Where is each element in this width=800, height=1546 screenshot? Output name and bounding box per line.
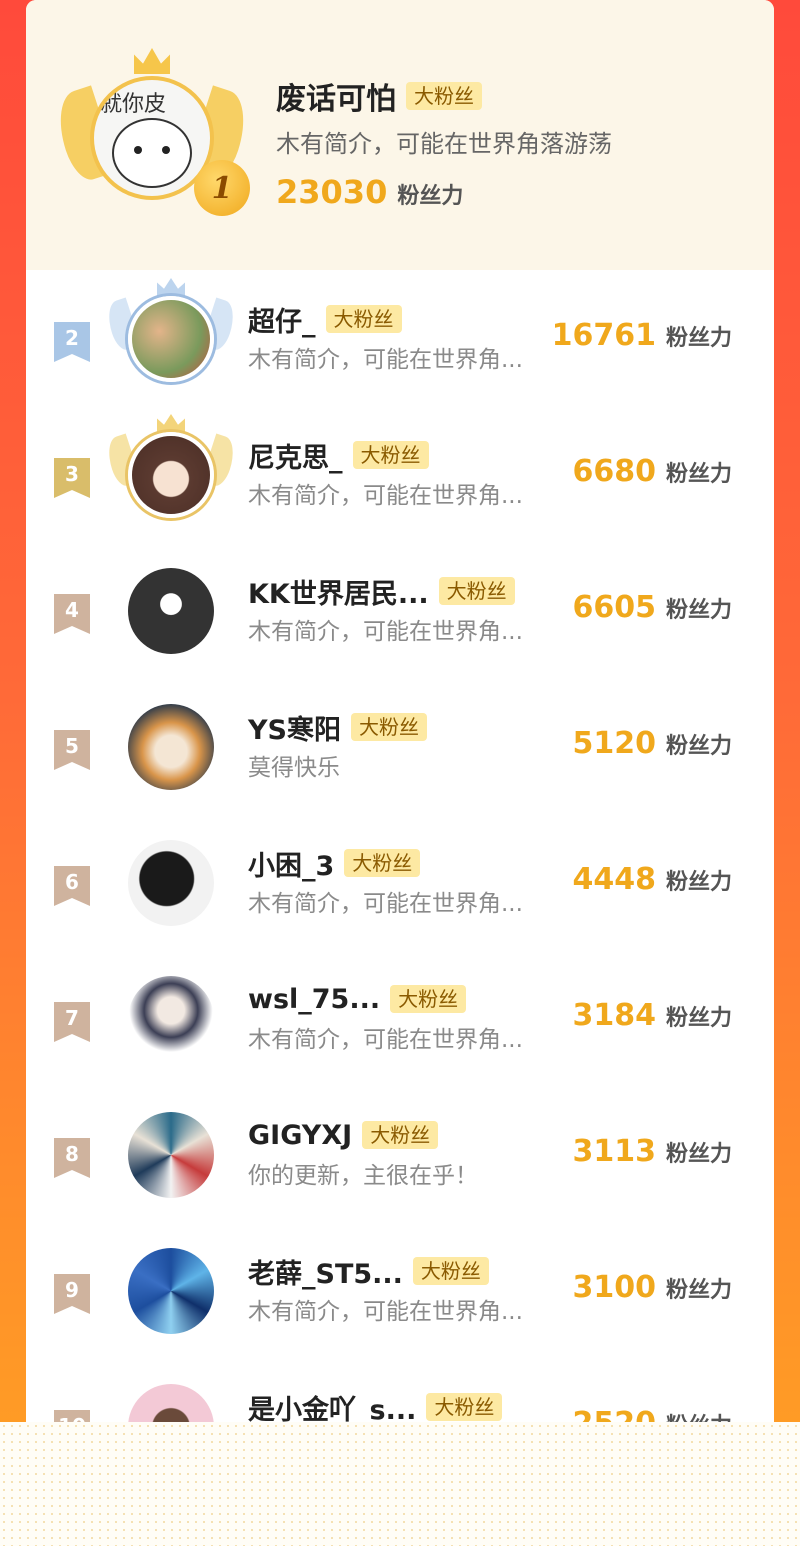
list-item[interactable]: 7 wsl_75... 大粉丝 木有简介，可能在世界角... 3184 粉丝力 — [26, 950, 774, 1086]
fan-power-score: 5120 — [572, 726, 656, 761]
fan-level-badge: 大粉丝 — [351, 713, 427, 741]
fan-power-label: 粉丝力 — [665, 734, 732, 759]
fan-power-score: 3113 — [572, 1134, 656, 1169]
fan-level-badge: 大粉丝 — [362, 1121, 439, 1149]
fan-level-badge: 大粉丝 — [344, 849, 421, 877]
fan-level-badge: 大粉丝 — [406, 82, 482, 110]
fan-level-badge: 大粉丝 — [352, 441, 429, 469]
bottom-fade-overlay — [0, 1422, 800, 1546]
avatar[interactable] — [128, 840, 214, 926]
fan-power-label: 粉丝力 — [665, 326, 732, 351]
fan-power-label: 粉丝力 — [665, 1142, 732, 1167]
crown-icon — [157, 278, 185, 296]
fan-level-badge: 大粉丝 — [325, 305, 402, 333]
avatar[interactable] — [128, 704, 214, 790]
fan-power-score: 3184 — [572, 998, 656, 1033]
rank-flag: 9 — [54, 1274, 90, 1314]
user-name[interactable]: 老薛_ST5... — [248, 1252, 403, 1291]
fan-level-badge: 大粉丝 — [438, 577, 515, 605]
cartoon-face-icon — [112, 118, 192, 188]
fan-power-label: 粉丝力 — [665, 1278, 732, 1303]
fan-power-score: 6680 — [572, 454, 656, 489]
user-name[interactable]: YS寒阳 — [248, 708, 341, 747]
top-fan-avatar-frame: 就你皮 1 — [49, 40, 255, 220]
user-bio: 木有简介，可能在世界角... — [248, 619, 523, 645]
user-name[interactable]: KK世界居民... — [248, 572, 429, 611]
crown-icon — [157, 414, 185, 432]
fan-power-score: 3100 — [572, 1270, 656, 1305]
avatar[interactable] — [128, 568, 214, 654]
user-bio: 莫得快乐 — [248, 755, 340, 781]
rank-badge: 1 — [194, 160, 250, 216]
list-item[interactable]: 8 GIGYXJ 大粉丝 你的更新，主很在乎！ 3113 粉丝力 — [26, 1086, 774, 1222]
user-name[interactable]: 小困_3 — [248, 844, 334, 883]
crown-icon — [134, 48, 170, 74]
user-bio: 你的更新，主很在乎！ — [248, 1163, 478, 1189]
user-bio: 木有简介，可能在世界角落游荡 — [276, 130, 612, 158]
user-name[interactable]: 超仔_ — [248, 300, 316, 339]
user-name[interactable]: 是小金吖_s... — [248, 1388, 416, 1427]
user-name[interactable]: 废话可怕 — [276, 74, 396, 118]
list-item[interactable]: 6 小困_3 大粉丝 木有简介，可能在世界角... 4448 粉丝力 — [26, 814, 774, 950]
fan-ranking-card: 就你皮 1 废话可怕 大粉丝 木有简介，可能在世界角落游荡 23030 粉丝力 … — [26, 0, 774, 1546]
fan-power-label: 粉丝力 — [665, 1006, 732, 1031]
fan-power-label: 粉丝力 — [665, 598, 732, 623]
fan-power-score: 4448 — [572, 862, 656, 897]
rank-flag: 4 — [54, 594, 90, 634]
fan-level-badge: 大粉丝 — [390, 985, 467, 1013]
top-fan-info: 废话可怕 大粉丝 木有简介，可能在世界角落游荡 23030 粉丝力 — [276, 74, 746, 211]
fan-level-badge: 大粉丝 — [426, 1393, 503, 1421]
user-bio: 木有简介，可能在世界角... — [248, 891, 523, 917]
avatar-caption: 就你皮 — [100, 92, 167, 117]
list-item[interactable]: 4 KK世界居民... 大粉丝 木有简介，可能在世界角... 6605 粉丝力 — [26, 542, 774, 678]
fan-level-badge: 大粉丝 — [412, 1257, 489, 1285]
user-name[interactable]: 尼克思_ — [248, 436, 343, 475]
top-fan-section[interactable]: 就你皮 1 废话可怕 大粉丝 木有简介，可能在世界角落游荡 23030 粉丝力 — [26, 0, 774, 270]
list-item[interactable]: 5 YS寒阳 大粉丝 莫得快乐 5120 粉丝力 — [26, 678, 774, 814]
fan-power-label: 粉丝力 — [397, 184, 464, 209]
fan-power-score: 16761 — [551, 318, 656, 353]
user-bio: 木有简介，可能在世界角... — [248, 1027, 523, 1053]
avatar[interactable] — [128, 1248, 214, 1334]
user-bio: 木有简介，可能在世界角... — [248, 483, 523, 509]
avatar[interactable] — [128, 432, 214, 518]
avatar[interactable] — [128, 976, 214, 1062]
user-bio: 木有简介，可能在世界角... — [248, 1299, 523, 1325]
user-name[interactable]: GIGYXJ — [248, 1120, 352, 1151]
rank-flag: 7 — [54, 1002, 90, 1042]
fan-power-label: 粉丝力 — [665, 462, 732, 487]
rank-flag: 5 — [54, 730, 90, 770]
fan-power-label: 粉丝力 — [665, 870, 732, 895]
fan-power-score: 23030 — [276, 173, 388, 211]
user-bio: 木有简介，可能在世界角... — [248, 347, 523, 373]
avatar[interactable] — [128, 1112, 214, 1198]
list-item[interactable]: 3 尼克思_ 大粉丝 木有简介，可能在世界角... 6680 粉丝力 — [26, 406, 774, 542]
rank-flag: 2 — [54, 322, 90, 362]
list-item[interactable]: 2 超仔_ 大粉丝 木有简介，可能在世界角... 16761 粉丝力 — [26, 270, 774, 406]
rank-flag: 3 — [54, 458, 90, 498]
rank-flag: 8 — [54, 1138, 90, 1178]
user-name[interactable]: wsl_75... — [248, 984, 380, 1015]
fan-power-score: 6605 — [572, 590, 656, 625]
list-item[interactable]: 9 老薛_ST5... 大粉丝 木有简介，可能在世界角... 3100 粉丝力 — [26, 1222, 774, 1358]
rank-flag: 6 — [54, 866, 90, 906]
avatar[interactable] — [128, 296, 214, 382]
